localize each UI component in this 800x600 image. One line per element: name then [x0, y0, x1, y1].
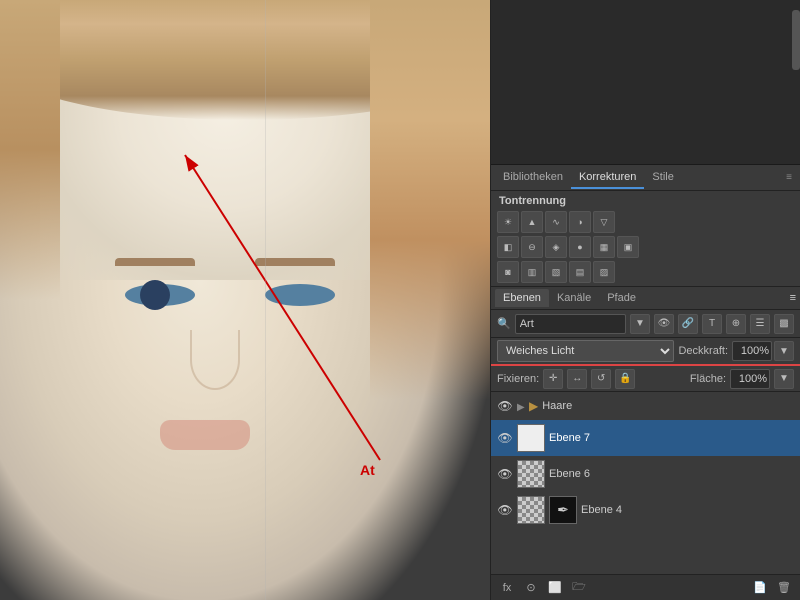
fix-rotate-btn[interactable]: ↺ — [591, 369, 611, 389]
right-panel: Bibliotheken Korrekturen Stile ≡ Tontren… — [490, 0, 800, 600]
lips — [160, 420, 250, 450]
eye-ebene6[interactable]: 👁 — [497, 466, 513, 482]
layer-link-btn[interactable]: 🔗 — [678, 314, 698, 334]
bw-btn[interactable]: ◈ — [545, 236, 567, 258]
tab-ebenen[interactable]: Ebenen — [495, 289, 549, 307]
layer-item-ebene7[interactable]: 👁 Ebene 7 — [491, 420, 800, 456]
canvas-image: At — [0, 0, 490, 600]
icon-row-3: ◙ ▥ ▧ ▤ ▨ — [491, 261, 800, 286]
layer-vis-btn[interactable]: 👁 — [654, 314, 674, 334]
opacity-label: Deckkraft: — [678, 345, 728, 357]
layer-name-ebene4: Ebene 4 — [581, 504, 622, 516]
canvas-area: At — [0, 0, 490, 600]
app-layout: At Bibliotheken Korrekturen Stile ≡ Tont… — [0, 0, 800, 600]
bottom-bar: fx ⊙ ⬜ 🗁 📄 🗑 — [491, 574, 800, 600]
fix-row: Fixieren: ✛ ↔ ↺ 🔒 Fläche: ▼ — [491, 366, 800, 392]
brightness-contrast-btn[interactable]: ☀ — [497, 211, 519, 233]
gradient-map-btn[interactable]: ▤ — [569, 261, 591, 283]
layer-smart-btn[interactable]: ⊕ — [726, 314, 746, 334]
right-eye — [260, 280, 340, 310]
mask-btn[interactable]: ⬜ — [545, 578, 565, 598]
layer-attr-btn[interactable]: ☰ — [750, 314, 770, 334]
opacity-stepper[interactable]: ▼ — [774, 341, 794, 361]
channel-mixer-btn[interactable]: ▦ — [593, 236, 615, 258]
fx-btn[interactable]: fx — [497, 578, 517, 598]
fix-label: Fixieren: — [497, 373, 539, 385]
hsl-btn[interactable]: ◧ — [497, 236, 519, 258]
fix-pos-btn[interactable]: ✛ — [543, 369, 563, 389]
tab-pfade[interactable]: Pfade — [599, 289, 644, 307]
icon-row-2: ◧ ⊖ ◈ ● ▦ ▣ — [491, 236, 800, 261]
adjustment-btn[interactable]: ⊙ — [521, 578, 541, 598]
layer-tag-btn[interactable]: T — [702, 314, 722, 334]
layer-type-btn[interactable]: ▼ — [630, 314, 650, 334]
posterize-btn[interactable]: ▥ — [521, 261, 543, 283]
layers-list[interactable]: 👁 ▶ ▶ Haare 👁 Ebene 7 👁 Ebene 6 👁 — [491, 392, 800, 574]
area-label: Fläche: — [690, 373, 726, 385]
tab-kanaele[interactable]: Kanäle — [549, 289, 599, 307]
layer-name-haare: Haare — [542, 400, 572, 412]
eye-haare[interactable]: 👁 — [497, 398, 513, 414]
panel-scrollbar[interactable] — [792, 0, 800, 164]
group-btn[interactable]: 🗁 — [569, 578, 589, 598]
new-layer-btn[interactable]: 📄 — [750, 578, 770, 598]
tontrennung-header: Tontrennung — [491, 191, 800, 211]
hair-right — [370, 0, 490, 400]
nose — [190, 330, 240, 390]
blend-mode-select[interactable]: Weiches Licht — [497, 340, 674, 362]
folder-icon-haare: ▶ — [529, 399, 538, 413]
layer-more-btn[interactable]: ▩ — [774, 314, 794, 334]
canvas-divider — [265, 0, 266, 600]
layer-search-input[interactable] — [520, 318, 621, 330]
eye-ebene7[interactable]: 👁 — [497, 430, 513, 446]
right-eyebrow — [255, 258, 335, 266]
left-eye — [120, 280, 200, 310]
threshold-btn[interactable]: ▧ — [545, 261, 567, 283]
invert-btn[interactable]: ◙ — [497, 261, 519, 283]
group-triangle-haare[interactable]: ▶ — [517, 402, 525, 410]
area-stepper[interactable]: ▼ — [774, 369, 794, 389]
selective-color-btn[interactable]: ▨ — [593, 261, 615, 283]
tab-korrekturen[interactable]: Korrekturen — [571, 167, 644, 189]
color-balance-btn[interactable]: ⊖ — [521, 236, 543, 258]
thumb-ebene7 — [517, 424, 545, 452]
scrollbar-thumb[interactable] — [792, 10, 800, 70]
thumb-ebene4 — [517, 496, 545, 524]
curves-btn[interactable]: ∿ — [545, 211, 567, 233]
panel-menu-btn[interactable]: ≡ — [782, 171, 796, 185]
opacity-input[interactable] — [732, 341, 772, 361]
layer-tabs-row: Ebenen Kanäle Pfade ≡ — [491, 286, 800, 310]
exposure-btn[interactable]: ◑ — [569, 211, 591, 233]
hair-left — [0, 0, 60, 300]
left-eyebrow — [115, 258, 195, 266]
blend-opacity-row: Weiches Licht Deckkraft: ▼ — [491, 338, 800, 366]
layer-search-box[interactable] — [515, 314, 626, 334]
layer-item-ebene4[interactable]: 👁 ✒ Ebene 4 — [491, 492, 800, 528]
fix-lock-btn[interactable]: 🔒 — [615, 369, 635, 389]
triangle-btn[interactable]: ▽ — [593, 211, 615, 233]
layer-group-haare[interactable]: 👁 ▶ ▶ Haare — [491, 392, 800, 420]
layer-name-ebene7: Ebene 7 — [549, 432, 590, 444]
top-preview — [491, 0, 800, 165]
top-tabs-row: Bibliotheken Korrekturen Stile ≡ — [491, 165, 800, 191]
levels-btn[interactable]: ▲ — [521, 211, 543, 233]
delete-btn[interactable]: 🗑 — [774, 578, 794, 598]
fix-move-btn[interactable]: ↔ — [567, 369, 587, 389]
layer-name-ebene6: Ebene 6 — [549, 468, 590, 480]
area-input[interactable] — [730, 369, 770, 389]
thumb-ebene6 — [517, 460, 545, 488]
photo-filter-btn[interactable]: ● — [569, 236, 591, 258]
layer-panel-menu-btn[interactable]: ≡ — [790, 292, 796, 304]
search-icon: 🔍 — [497, 317, 511, 330]
mask-ebene4: ✒ — [549, 496, 577, 524]
eye-ebene4[interactable]: 👁 — [497, 502, 513, 518]
opacity-value-group: ▼ — [732, 341, 794, 361]
tab-bibliotheken[interactable]: Bibliotheken — [495, 167, 571, 189]
layer-controls: 🔍 ▼ 👁 🔗 T ⊕ ☰ ▩ — [491, 310, 800, 338]
icon-row-1: ☀ ▲ ∿ ◑ ▽ — [491, 211, 800, 236]
tab-stile[interactable]: Stile — [644, 167, 681, 189]
layer-item-ebene6[interactable]: 👁 Ebene 6 — [491, 456, 800, 492]
color-lookup-btn[interactable]: ▣ — [617, 236, 639, 258]
